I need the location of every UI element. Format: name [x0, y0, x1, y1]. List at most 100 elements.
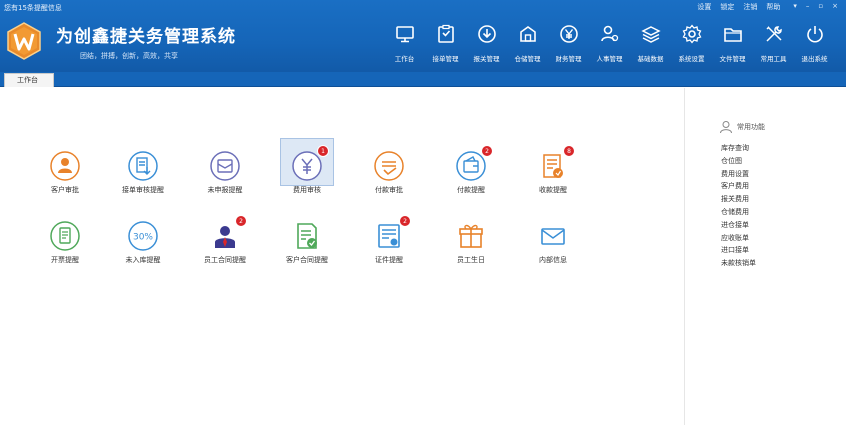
- tile-label: 未入库提醒: [125, 256, 161, 264]
- tile-label: 未申报提醒: [207, 186, 243, 194]
- nav-finance[interactable]: 财务管理: [548, 24, 589, 63]
- app-window: 您有15条提醒信息 设置 锁定 注销 帮助 ▾ – ▫ × 为创鑫捷关务管理系统…: [0, 0, 846, 425]
- help-link[interactable]: 帮助: [766, 2, 780, 12]
- tab-bar: 工作台: [0, 72, 846, 87]
- tile-badge: 2: [481, 145, 493, 157]
- quick-item-inbound-order[interactable]: 进仓接单: [721, 219, 756, 232]
- quick-panel-header: 常用功能: [719, 120, 765, 134]
- quick-item-writeoff[interactable]: 未款核销单: [721, 257, 756, 270]
- quick-item-declaration-fee[interactable]: 报关费用: [721, 193, 756, 206]
- tile-label: 费用审核: [293, 186, 321, 194]
- tile-badge: 2: [399, 215, 411, 227]
- gift-icon: [459, 224, 483, 248]
- quick-item-inventory[interactable]: 库存查询: [721, 142, 756, 155]
- nav-label: 工作台: [394, 55, 415, 63]
- tab-workbench[interactable]: 工作台: [4, 73, 54, 87]
- tile-label: 内部信息: [539, 256, 567, 264]
- restore-button[interactable]: ▫: [818, 2, 823, 12]
- window-buttons: ▾ – ▫ ×: [793, 2, 838, 12]
- nav-hr[interactable]: 人事管理: [589, 24, 630, 63]
- tile-label: 员工合同提醒: [204, 256, 246, 264]
- tile-undeclared[interactable]: 未申报提醒: [190, 150, 260, 195]
- nav-label: 系统设置: [678, 55, 705, 63]
- tile-label: 员工生日: [457, 256, 485, 264]
- quick-panel: 常用功能 库存查询 仓位图 费用设置 客户费用 报关费用 仓储费用 进仓接单 应…: [684, 88, 846, 425]
- user-gear-icon: [600, 25, 618, 42]
- svg-text:30%: 30%: [133, 233, 153, 243]
- top-controls: 设置 锁定 注销 帮助 ▾ – ▫ ×: [697, 2, 838, 12]
- nav-settings[interactable]: 系统设置: [671, 24, 712, 63]
- tile-payment-approve[interactable]: 付款审批: [354, 150, 424, 195]
- app-title: 为创鑫捷关务管理系统: [56, 27, 236, 47]
- logout-link[interactable]: 注销: [743, 2, 757, 12]
- tile-fee-review[interactable]: 1 费用审核: [272, 145, 342, 195]
- tile-staff-birthday[interactable]: 员工生日: [436, 220, 506, 265]
- logo-icon: [7, 22, 41, 60]
- main-nav: 工作台 接单管理 报关管理 仓储管理 财务管理 人事管理 基础数据 系统设置 文…: [384, 24, 835, 63]
- tile-staff-contract[interactable]: 2 员工合同提醒: [190, 215, 260, 265]
- invoice-remind-icon: [50, 221, 80, 251]
- nav-tools[interactable]: 常用工具: [753, 24, 794, 63]
- quick-list: 库存查询 仓位图 费用设置 客户费用 报关费用 仓储费用 进仓接单 应收账单 进…: [721, 142, 756, 270]
- mail-icon: [541, 228, 565, 245]
- nav-orders[interactable]: 接单管理: [425, 24, 466, 63]
- nav-label: 基础数据: [637, 55, 664, 63]
- quick-item-fee-settings[interactable]: 费用设置: [721, 168, 756, 181]
- tile-customer-contract[interactable]: 客户合同提醒: [272, 220, 342, 265]
- nav-warehouse[interactable]: 仓储管理: [507, 24, 548, 63]
- folder-icon: [723, 28, 742, 42]
- tile-label: 开票提醒: [51, 256, 79, 264]
- user-icon: [720, 121, 732, 134]
- yen-icon: [559, 25, 578, 43]
- nav-label: 退出系统: [801, 55, 828, 63]
- quick-item-import-order[interactable]: 进口接单: [721, 244, 756, 257]
- tile-badge: 8: [563, 145, 575, 157]
- customer-approve-icon: [50, 151, 80, 181]
- download-circle-icon: [477, 25, 496, 43]
- tile-label: 收款提醒: [539, 186, 567, 194]
- quick-item-receivable-bill[interactable]: 应收账单: [721, 232, 756, 245]
- tile-payment-remind[interactable]: 2 付款提醒: [436, 145, 506, 195]
- tile-order-review[interactable]: 接单审核提醒: [108, 150, 178, 195]
- nav-label: 人事管理: [596, 55, 623, 63]
- tile-receipt-remind[interactable]: 8 收款提醒: [518, 145, 588, 195]
- tile-not-stored[interactable]: 30% 未入库提醒: [108, 220, 178, 265]
- tile-label: 接单审核提醒: [122, 186, 164, 194]
- nav-label: 仓储管理: [514, 55, 541, 63]
- settings-link[interactable]: 设置: [697, 2, 711, 12]
- close-button[interactable]: ×: [832, 2, 838, 12]
- nav-workbench[interactable]: 工作台: [384, 24, 425, 63]
- tile-label: 客户合同提醒: [286, 256, 328, 264]
- power-icon: [806, 26, 823, 43]
- nav-files[interactable]: 文件管理: [712, 24, 753, 63]
- nav-label: 财务管理: [555, 55, 582, 63]
- tools-icon: [765, 26, 782, 42]
- dropdown-button[interactable]: ▾: [793, 2, 797, 12]
- nav-label: 报关管理: [473, 55, 500, 63]
- quick-item-customer-fee[interactable]: 客户费用: [721, 180, 756, 193]
- minimize-button[interactable]: –: [806, 2, 810, 12]
- nav-label: 文件管理: [719, 55, 746, 63]
- notice-text[interactable]: 您有15条提醒信息: [4, 3, 62, 13]
- tile-certificate[interactable]: 2 证件提醒: [354, 215, 424, 265]
- tile-invoice-remind[interactable]: 开票提醒: [30, 220, 100, 265]
- tile-label: 付款审批: [375, 186, 403, 194]
- nav-label: 常用工具: [760, 55, 787, 63]
- tile-badge: 2: [235, 215, 247, 227]
- payment-approve-icon: [374, 151, 404, 181]
- tile-label: 客户审批: [51, 186, 79, 194]
- nav-basedata[interactable]: 基础数据: [630, 24, 671, 63]
- nav-exit[interactable]: 退出系统: [794, 24, 835, 63]
- tile-label: 证件提醒: [375, 256, 403, 264]
- lock-link[interactable]: 锁定: [720, 2, 734, 12]
- order-review-icon: [128, 151, 158, 181]
- nav-declaration[interactable]: 报关管理: [466, 24, 507, 63]
- monitor-icon: [395, 26, 414, 43]
- quick-item-storage-fee[interactable]: 仓储费用: [721, 206, 756, 219]
- tile-label: 付款提醒: [457, 186, 485, 194]
- gear-icon: [682, 24, 701, 44]
- tile-internal-info[interactable]: 内部信息: [518, 220, 588, 265]
- warehouse-icon: [519, 26, 536, 42]
- quick-item-location-map[interactable]: 仓位图: [721, 155, 756, 168]
- tile-customer-approve[interactable]: 客户审批: [30, 150, 100, 195]
